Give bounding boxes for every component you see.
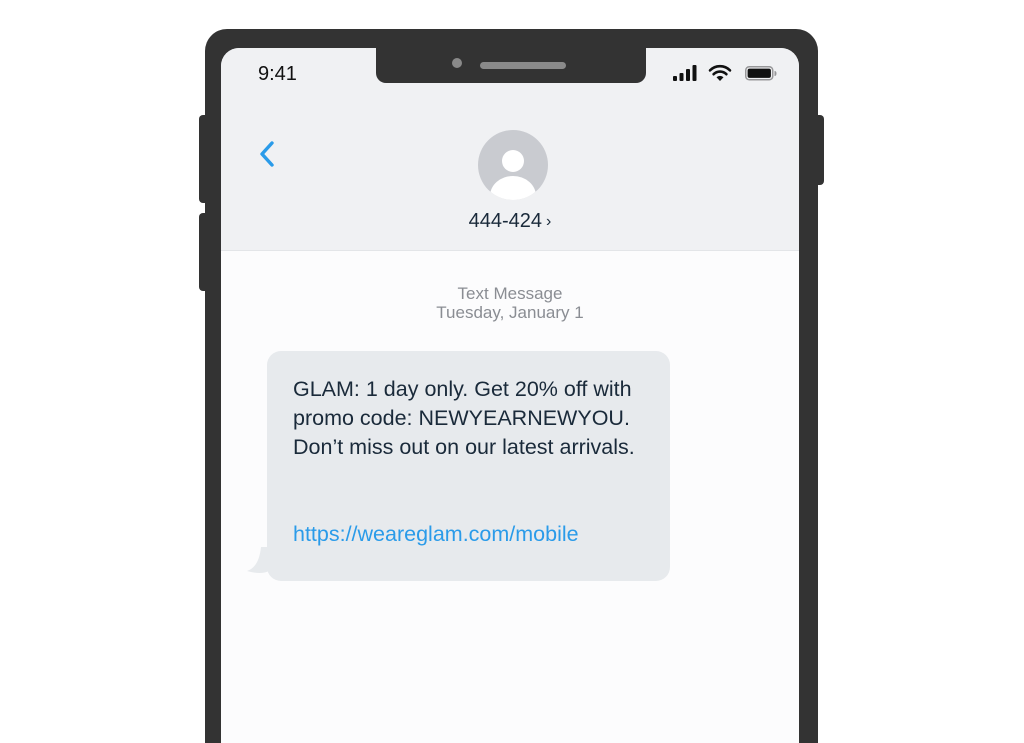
wifi-icon bbox=[708, 64, 732, 81]
status-icons bbox=[673, 64, 778, 83]
contact-name: 444-424 bbox=[468, 210, 543, 232]
notch bbox=[376, 48, 646, 83]
conversation-header: 9:41 444-424 › bbox=[221, 48, 799, 251]
contact-avatar[interactable] bbox=[478, 130, 548, 200]
camera-icon bbox=[452, 58, 462, 68]
person-silhouette-icon bbox=[490, 150, 536, 200]
message-meta: Text Message Tuesday, January 1 bbox=[221, 284, 799, 322]
incoming-message: GLAM: 1 day only. Get 20% off with promo… bbox=[245, 351, 675, 591]
speaker-grille bbox=[480, 62, 566, 69]
contact-name-button[interactable]: 444-424 › bbox=[221, 210, 799, 233]
cellular-signal-icon bbox=[673, 65, 697, 81]
chevron-left-icon bbox=[260, 141, 274, 167]
status-time: 9:41 bbox=[258, 63, 297, 85]
message-text: GLAM: 1 day only. Get 20% off with promo… bbox=[293, 377, 635, 459]
message-bubble[interactable]: GLAM: 1 day only. Get 20% off with promo… bbox=[267, 351, 670, 581]
phone-screen: 9:41 444-424 › Text Message Tuesday, Jan… bbox=[221, 48, 799, 743]
back-button[interactable] bbox=[257, 138, 279, 170]
chevron-right-icon: › bbox=[546, 213, 552, 230]
battery-icon bbox=[745, 66, 777, 81]
message-date-label: Tuesday, January 1 bbox=[436, 303, 584, 322]
stage: 9:41 444-424 › Text Message Tuesday, Jan… bbox=[0, 0, 1024, 743]
message-type-label: Text Message bbox=[457, 284, 563, 303]
message-link[interactable]: https://weareglam.com/mobile bbox=[293, 520, 579, 549]
